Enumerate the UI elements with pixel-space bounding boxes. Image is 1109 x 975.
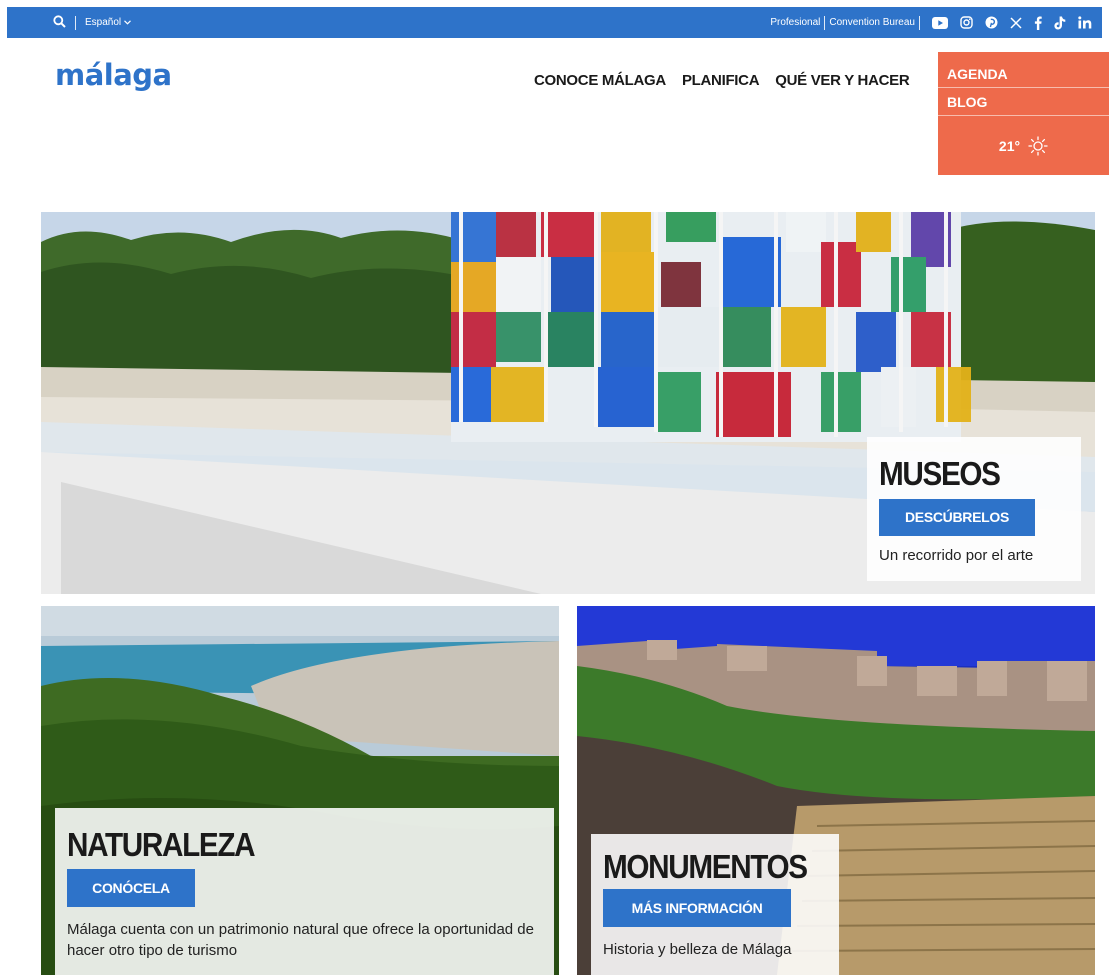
link-profesional[interactable]: Profesional (770, 17, 820, 28)
naturaleza-description: Málaga cuenta con un patrimonio natural … (67, 921, 534, 959)
linkedin-icon[interactable] (1078, 16, 1092, 29)
site-logo[interactable]: málaga (55, 58, 172, 92)
x-icon[interactable] (1010, 16, 1022, 29)
nav-item-planifica[interactable]: PLANIFICA (682, 72, 760, 89)
professional-links: Profesional Convention Bureau (770, 15, 920, 30)
nav-item-que-ver-y-hacer[interactable]: QUÉ VER Y HACER (775, 72, 909, 89)
monumentos-card: MONUMENTOS MÁS INFORMACIÓN Historia y be… (591, 834, 839, 975)
top-bar: Español Profesional Convention Bureau (7, 7, 1102, 38)
top-bar-left: Español (53, 14, 132, 31)
social-links (932, 16, 1092, 30)
naturaleza-card: NATURALEZA CONÓCELA Málaga cuenta con un… (55, 808, 554, 975)
naturaleza-title: NATURALEZA (67, 826, 256, 863)
agenda-blog-panel: AGENDA BLOG 21° (938, 52, 1109, 175)
museos-description: Un recorrido por el arte (879, 547, 1034, 564)
monumentos-description: Historia y belleza de Málaga (603, 941, 792, 958)
top-bar-right: Profesional Convention Bureau (770, 15, 1092, 30)
sun-icon (1028, 136, 1048, 156)
facebook-icon[interactable] (1034, 16, 1042, 30)
nav-item-blog[interactable]: BLOG (938, 88, 1109, 116)
tiktok-icon[interactable] (1054, 16, 1066, 30)
logo-text: málaga (55, 58, 172, 92)
mas-informacion-button[interactable]: MÁS INFORMACIÓN (603, 889, 791, 927)
main-nav: CONOCE MÁLAGA PLANIFICA QUÉ VER Y HACER (534, 72, 910, 89)
search-icon[interactable] (53, 14, 66, 31)
naturaleza-tile[interactable]: NATURALEZA CONÓCELA Málaga cuenta con un… (41, 606, 559, 975)
divider (824, 15, 826, 30)
museos-title: MUSEOS (879, 455, 1001, 492)
monumentos-tile[interactable]: MONUMENTOS MÁS INFORMACIÓN Historia y be… (577, 606, 1095, 975)
temperature: 21° (998, 138, 1021, 154)
language-label: Español (85, 17, 122, 28)
monumentos-title: MONUMENTOS (603, 848, 808, 885)
youtube-icon[interactable] (932, 16, 948, 29)
descubrelos-button[interactable]: DESCÚBRELOS (879, 499, 1035, 536)
link-convention-bureau[interactable]: Convention Bureau (829, 17, 915, 28)
conocela-button[interactable]: CONÓCELA (67, 869, 195, 907)
chevron-down-icon (124, 20, 132, 25)
pinterest-icon[interactable] (985, 16, 998, 29)
divider (919, 15, 920, 30)
hero-banner[interactable]: MUSEOS DESCÚBRELOS Un recorrido por el a… (41, 212, 1095, 594)
nav-item-agenda[interactable]: AGENDA (938, 60, 1109, 88)
divider (75, 15, 76, 30)
nav-item-conoce-malaga[interactable]: CONOCE MÁLAGA (534, 72, 666, 89)
instagram-icon[interactable] (960, 16, 973, 29)
weather-widget: 21° (938, 116, 1109, 176)
museos-card: MUSEOS DESCÚBRELOS Un recorrido por el a… (867, 437, 1081, 581)
language-selector[interactable]: Español (85, 17, 132, 28)
